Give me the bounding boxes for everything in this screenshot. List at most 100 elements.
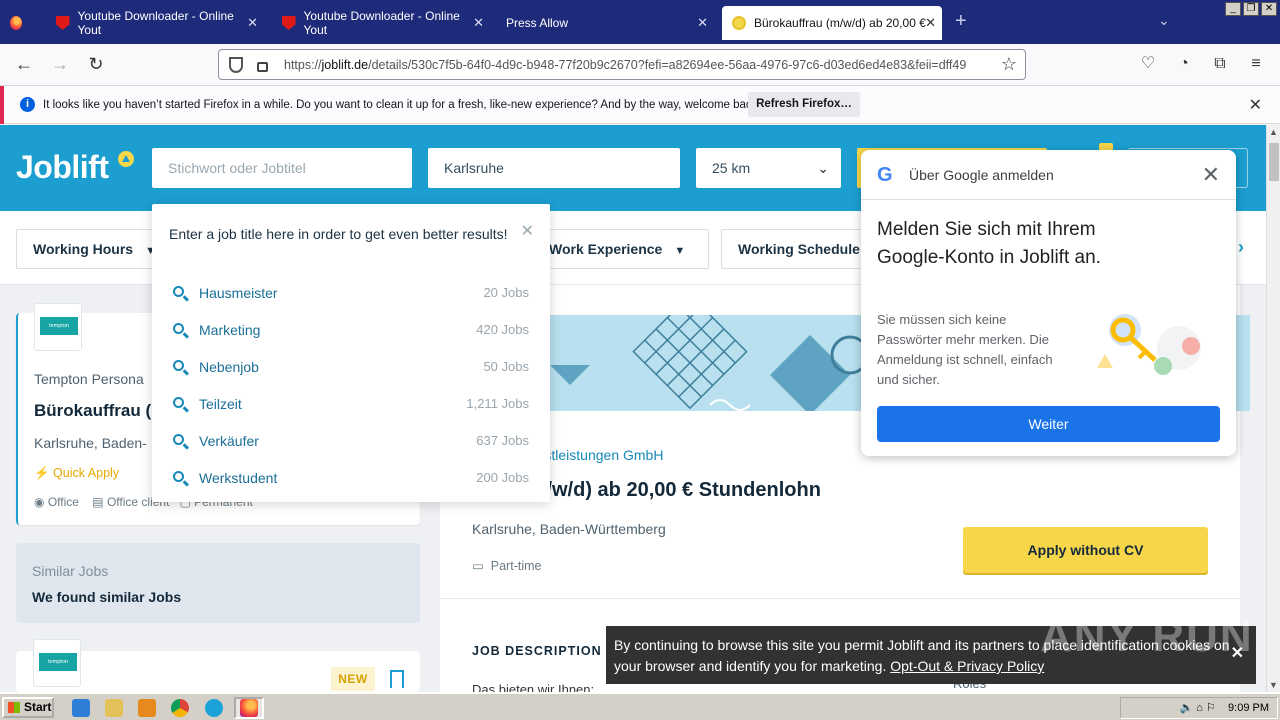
- new-badge: NEW: [331, 667, 375, 691]
- suggestion-item[interactable]: Werkstudent 200 Jobs: [152, 461, 550, 498]
- google-continue-button[interactable]: Weiter: [877, 406, 1220, 442]
- similar-jobs-box[interactable]: Similar Jobs We found similar Jobs: [16, 543, 420, 623]
- suggestion-item[interactable]: Verkäufer 637 Jobs: [152, 424, 550, 461]
- media-player-icon[interactable]: [138, 699, 156, 717]
- tab-close-icon[interactable]: ✕: [473, 15, 484, 31]
- google-signin-popup: G Über Google anmelden ✕ Melden Sie sich…: [861, 150, 1236, 456]
- restore-icon[interactable]: ❐: [1243, 2, 1259, 16]
- detail-location: Karlsruhe, Baden-Württemberg: [472, 521, 666, 537]
- suggestion-item[interactable]: Marketing 420 Jobs: [152, 313, 550, 350]
- firefox-refresh-notification: i It looks like you haven’t started Fire…: [0, 86, 1280, 124]
- joblift-logo[interactable]: Joblift: [16, 149, 109, 186]
- youtube-download-icon: [56, 16, 70, 30]
- tab-youtube-downloader-1[interactable]: Youtube Downloader - Online Yout ✕: [46, 6, 264, 40]
- google-popup-header: G Über Google anmelden ✕: [861, 150, 1236, 200]
- joblift-favicon: [732, 16, 746, 30]
- location-input[interactable]: Karlsruhe: [428, 148, 680, 188]
- tab-title: Press Allow: [506, 16, 569, 30]
- notification-accent: [0, 86, 4, 124]
- scroll-thumb[interactable]: [1269, 143, 1279, 181]
- firefox-icon: [10, 16, 22, 30]
- opt-out-privacy-link[interactable]: Opt-Out & Privacy Policy: [890, 658, 1044, 674]
- tray-icons[interactable]: 🔈 ⌂ ⚐: [1179, 702, 1224, 714]
- url-text[interactable]: https://joblift.de/details/530c7f5b-64f0…: [284, 58, 984, 72]
- job-card-company: Tempton Persona: [34, 371, 144, 387]
- filter-work-experience[interactable]: Work Experience ▼: [532, 229, 709, 269]
- bookmark-icon[interactable]: [390, 670, 404, 688]
- window-controls: _ ❐ ✕: [1225, 2, 1277, 16]
- firefox-icon[interactable]: [240, 699, 258, 717]
- refresh-firefox-button[interactable]: Refresh Firefox…: [748, 92, 860, 117]
- new-tab-plus-icon[interactable]: +: [955, 10, 967, 33]
- chevron-right-icon[interactable]: ›: [1238, 237, 1244, 258]
- forward-arrow-icon[interactable]: →: [48, 53, 72, 77]
- start-button[interactable]: Start: [2, 697, 54, 718]
- firefox-menu[interactable]: [0, 6, 40, 40]
- tab-close-icon[interactable]: ✕: [925, 15, 936, 31]
- suggestion-item[interactable]: Teilzeit 1,211 Jobs: [152, 387, 550, 424]
- similar-jobs-text: We found similar Jobs: [32, 589, 182, 605]
- close-icon[interactable]: ✕: [521, 221, 534, 241]
- pocket-icon[interactable]: ♡: [1137, 53, 1159, 75]
- suggestion-item[interactable]: Hausmeister 20 Jobs: [152, 276, 550, 313]
- tab-close-icon[interactable]: ✕: [247, 15, 258, 31]
- joblift-logo-mark-icon: [118, 151, 134, 167]
- scroll-up-arrow-icon[interactable]: ▲: [1269, 127, 1278, 137]
- tracking-protection-shield-icon[interactable]: [229, 56, 243, 73]
- apply-without-cv-button[interactable]: Apply without CV: [963, 527, 1208, 573]
- browser-tab-bar: Youtube Downloader - Online Yout ✕ Youtu…: [0, 0, 1280, 44]
- browser-nav-bar: ← → ↻ https://joblift.de/details/530c7f5…: [0, 44, 1280, 86]
- bookmark-star-icon[interactable]: ☆: [1001, 54, 1017, 75]
- internet-explorer-icon[interactable]: [72, 699, 90, 717]
- job-description-heading: JOB DESCRIPTION: [472, 644, 602, 658]
- account-icon[interactable]: ◔: [1173, 53, 1195, 75]
- edge-icon[interactable]: [205, 699, 223, 717]
- chrome-icon[interactable]: [171, 699, 189, 717]
- job-card-title[interactable]: Bürokauffrau (m: [34, 401, 166, 421]
- filter-working-schedule[interactable]: Working Schedule: [721, 229, 877, 269]
- hamburger-menu-icon[interactable]: ≡: [1245, 53, 1267, 75]
- search-suggestions-dropdown: Enter a job title here in order to get e…: [152, 204, 550, 502]
- filter-working-hours[interactable]: Working Hours ▼: [16, 229, 173, 269]
- extensions-icon[interactable]: ⧉: [1209, 53, 1231, 75]
- system-tray: 🔈 ⌂ ⚐ 9:09 PM: [1120, 697, 1278, 719]
- radius-select[interactable]: 25 km ⌄: [696, 148, 841, 188]
- windows-taskbar: Start 🔈 ⌂ ⚐ 9:09 PM: [0, 692, 1280, 720]
- suggestion-item[interactable]: Nebenjob 50 Jobs: [152, 350, 550, 387]
- google-popup-header-text: Über Google anmelden: [909, 167, 1054, 183]
- tab-title: Bürokauffrau (m/w/d) ab 20,00 €: [754, 16, 926, 30]
- tab-close-icon[interactable]: ✕: [697, 15, 708, 31]
- search-icon: [173, 286, 184, 297]
- google-popup-body: Sie müssen sich keine Passwörter mehr me…: [877, 312, 1053, 387]
- close-icon[interactable]: ✕: [1202, 162, 1220, 188]
- search-icon: [173, 397, 184, 408]
- scroll-down-arrow-icon[interactable]: ▼: [1269, 680, 1278, 690]
- tab-joblift-active[interactable]: Bürokauffrau (m/w/d) ab 20,00 € ✕: [722, 6, 942, 40]
- youtube-download-icon: [282, 16, 296, 30]
- lock-icon[interactable]: [257, 61, 268, 72]
- page-scrollbar[interactable]: ▲ ▼: [1266, 125, 1280, 692]
- anyrun-watermark: ANY RUN: [1040, 612, 1254, 661]
- tab-youtube-downloader-2[interactable]: Youtube Downloader - Online Yout ✕: [272, 6, 490, 40]
- reload-icon[interactable]: ↻: [84, 53, 108, 77]
- keyword-search-input[interactable]: Stichwort oder Jobtitel: [152, 148, 412, 188]
- notification-message: It looks like you haven’t started Firefo…: [43, 98, 761, 111]
- job-card-location: Karlsruhe, Baden-: [34, 435, 147, 451]
- similar-jobs-label: Similar Jobs: [32, 563, 109, 579]
- google-popup-title: Melden Sie sich mit Ihrem Google-Konto i…: [877, 219, 1101, 268]
- url-bar[interactable]: https://joblift.de/details/530c7f5b-64f0…: [218, 49, 1026, 80]
- detail-type: ▭ Part-time: [472, 559, 542, 573]
- close-window-icon[interactable]: ✕: [1261, 2, 1277, 16]
- chevron-down-icon: ⌄: [817, 160, 829, 176]
- suggestion-hint: Enter a job title here in order to get e…: [169, 226, 508, 242]
- close-icon[interactable]: ✕: [1249, 95, 1262, 115]
- back-arrow-icon[interactable]: ←: [12, 53, 36, 77]
- list-all-tabs-chevron-icon[interactable]: ⌄: [1158, 12, 1170, 29]
- file-explorer-icon[interactable]: [105, 699, 123, 717]
- quick-apply-label: ⚡ Quick Apply: [34, 466, 120, 480]
- minimize-icon[interactable]: _: [1225, 2, 1241, 16]
- tab-press-allow[interactable]: Press Allow ✕: [496, 6, 714, 40]
- description-line: Das bieten wir Ihnen:: [472, 682, 595, 692]
- search-icon: [173, 323, 184, 334]
- clock: 9:09 PM: [1228, 702, 1269, 714]
